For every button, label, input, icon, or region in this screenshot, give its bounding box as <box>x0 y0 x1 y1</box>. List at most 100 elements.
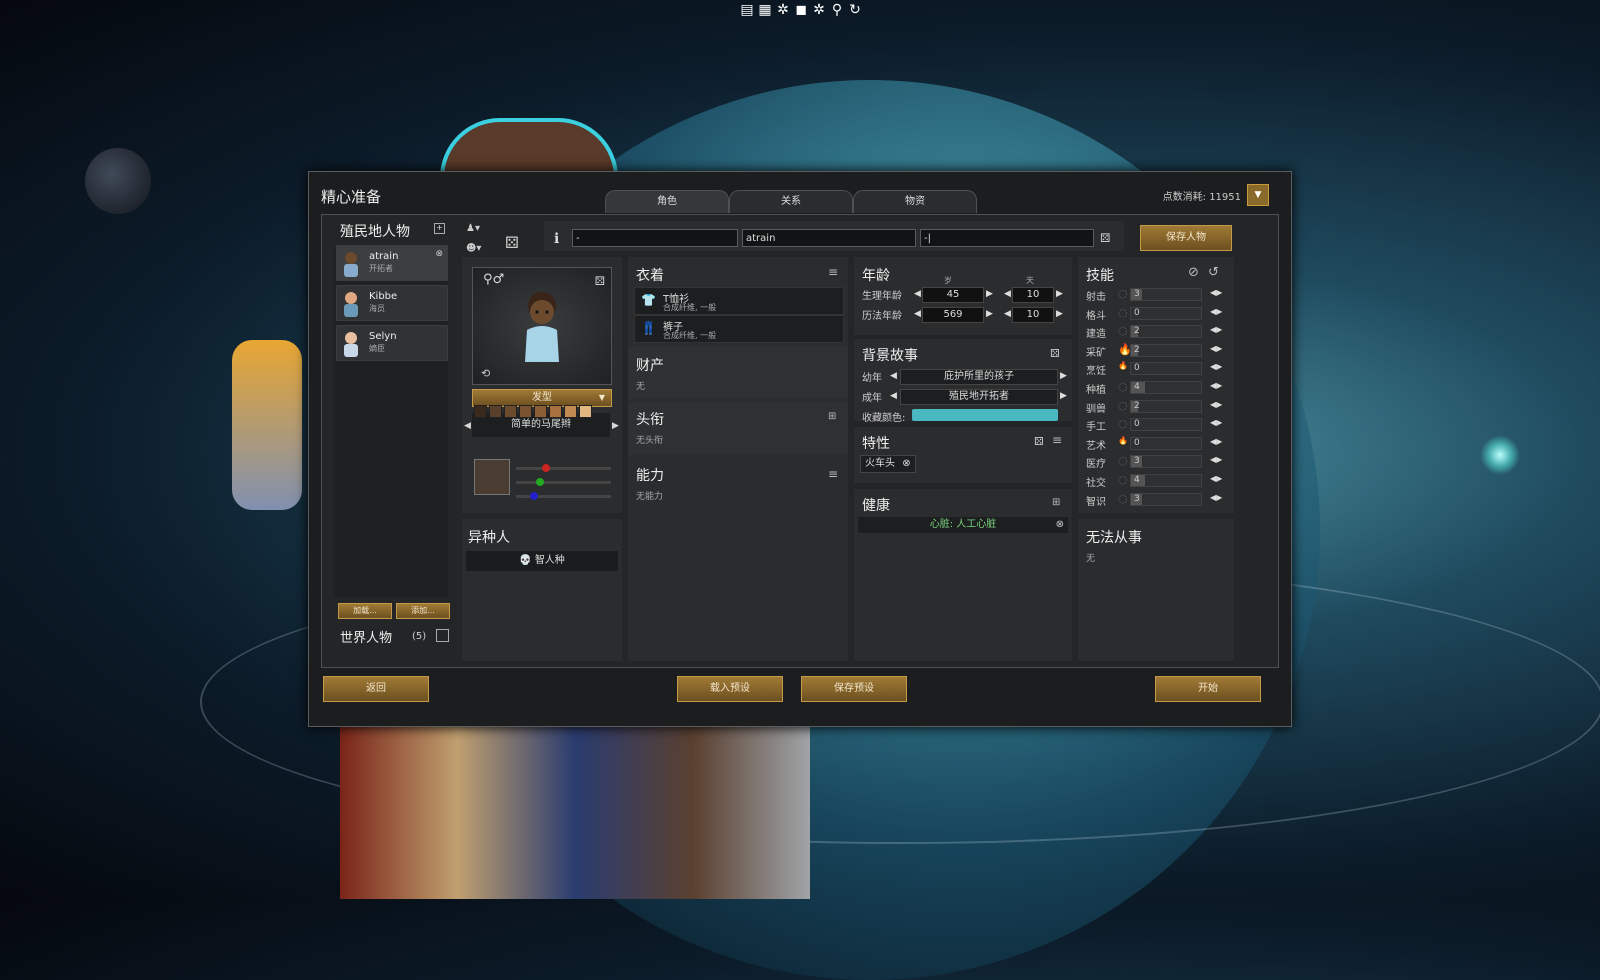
cube-icon[interactable]: ◼ <box>794 2 808 18</box>
skill-arrows-icon[interactable]: ◀▶ <box>1210 493 1222 502</box>
passion-icon[interactable]: ◌ <box>1118 324 1128 337</box>
passion-icon[interactable]: ◌ <box>1118 380 1128 393</box>
skill-arrows-icon[interactable]: ◀▶ <box>1210 418 1222 427</box>
randomize-traits-icon[interactable]: ⚄ <box>1034 435 1044 448</box>
skin-color-swatch[interactable] <box>579 405 592 418</box>
add-colonist-icon[interactable]: + <box>434 223 445 234</box>
tab-relations[interactable]: 关系 <box>729 190 853 213</box>
randomize-icon[interactable]: ⚄ <box>505 233 519 252</box>
grid-icon[interactable]: ▦ <box>758 2 772 18</box>
skill-bar[interactable]: 0 <box>1130 436 1202 450</box>
skill-arrows-icon[interactable]: ◀▶ <box>1210 325 1222 334</box>
chrono-years-inc-icon[interactable]: ▶ <box>986 309 993 319</box>
add-health-icon[interactable]: ⊞ <box>1052 497 1060 508</box>
hair-prev-icon[interactable]: ◀ <box>464 421 471 431</box>
adulthood-next-icon[interactable]: ▶ <box>1060 391 1067 401</box>
points-dropdown-button[interactable]: ▼ <box>1247 184 1269 206</box>
green-slider[interactable] <box>516 478 611 486</box>
traits-menu-icon[interactable]: ≡ <box>1052 433 1062 447</box>
gender-icon[interactable]: ♟▾ <box>466 223 480 234</box>
trait-chip[interactable]: 火车头 ⊗ <box>860 455 916 473</box>
skill-arrows-icon[interactable]: ◀▶ <box>1210 288 1222 297</box>
refresh-icon[interactable]: ↻ <box>848 2 862 18</box>
blue-slider[interactable] <box>516 492 611 500</box>
passion-icon[interactable]: 🔥 <box>1118 361 1128 370</box>
chrono-days-inc-icon[interactable]: ▶ <box>1056 309 1063 319</box>
add-title-icon[interactable]: ⊞ <box>828 411 836 422</box>
remove-pawn-icon[interactable]: ⊗ <box>435 249 443 259</box>
bio-days-dec-icon[interactable]: ◀ <box>1004 289 1011 299</box>
tab-items[interactable]: 物资 <box>853 190 977 213</box>
chrono-years-dec-icon[interactable]: ◀ <box>914 309 921 319</box>
skin-color-swatch[interactable] <box>504 405 517 418</box>
color-preview[interactable] <box>474 459 510 495</box>
apparel-item[interactable]: 👖 裤子 合成纤维, 一般 <box>634 315 844 343</box>
passion-icon[interactable]: ◌ <box>1118 454 1128 467</box>
last-name-input[interactable]: -| <box>920 229 1094 247</box>
pawn-card[interactable]: Kibbe 海员 <box>336 285 448 321</box>
skill-arrows-icon[interactable]: ◀▶ <box>1210 474 1222 483</box>
remove-health-icon[interactable]: ⊗ <box>1056 517 1064 533</box>
skill-bar[interactable]: 3 <box>1130 455 1202 469</box>
save-character-button[interactable]: 保存人物 <box>1140 225 1232 251</box>
randomize-backstory-icon[interactable]: ⚄ <box>1050 347 1060 360</box>
skin-color-swatch[interactable] <box>534 405 547 418</box>
passion-icon[interactable]: ◌ <box>1118 492 1128 505</box>
skill-arrows-icon[interactable]: ◀▶ <box>1210 344 1222 353</box>
skin-color-swatch[interactable] <box>489 405 502 418</box>
skin-color-swatch[interactable] <box>519 405 532 418</box>
passion-icon[interactable]: 🔥 <box>1118 436 1128 445</box>
randomize-look-icon[interactable]: ⚄ <box>595 274 605 288</box>
apparel-item[interactable]: 👕 T恤衫 合成纤维, 一般 <box>634 287 844 315</box>
skill-bar[interactable]: 0 <box>1130 306 1202 320</box>
skill-arrows-icon[interactable]: ◀▶ <box>1210 455 1222 464</box>
bio-years-inc-icon[interactable]: ▶ <box>986 289 993 299</box>
skill-arrows-icon[interactable]: ◀▶ <box>1210 437 1222 446</box>
xenotype-selector[interactable]: 💀 智人种 <box>466 551 618 571</box>
passion-icon[interactable]: ◌ <box>1118 399 1128 412</box>
skin-color-swatch[interactable] <box>564 405 577 418</box>
tab-character[interactable]: 角色 <box>605 190 729 213</box>
skin-color-swatch[interactable] <box>474 405 487 418</box>
skill-bar[interactable]: 3 <box>1130 288 1202 301</box>
passion-icon[interactable]: ◌ <box>1118 473 1128 486</box>
adulthood-value[interactable]: 殖民地开拓者 <box>900 389 1058 405</box>
childhood-value[interactable]: 庇护所里的孩子 <box>900 369 1058 385</box>
skill-bar[interactable]: 0 <box>1130 418 1202 432</box>
passion-icon[interactable]: ◌ <box>1118 417 1128 430</box>
bio-years-dec-icon[interactable]: ◀ <box>914 289 921 299</box>
remove-trait-icon[interactable]: ⊗ <box>902 458 910 469</box>
hair-next-icon[interactable]: ▶ <box>612 421 619 431</box>
bio-years-input[interactable]: 45 <box>922 287 984 303</box>
skill-arrows-icon[interactable]: ◀▶ <box>1210 400 1222 409</box>
skill-bar[interactable]: 2 <box>1130 399 1202 413</box>
start-button[interactable]: 开始 <box>1155 676 1261 702</box>
info-icon[interactable]: ℹ <box>554 231 559 247</box>
chrono-days-dec-icon[interactable]: ◀ <box>1004 309 1011 319</box>
skill-bar[interactable]: 3 <box>1130 492 1202 506</box>
randomize-name-icon[interactable]: ⚄ <box>1100 231 1110 245</box>
save-preset-button[interactable]: 保存预设 <box>801 676 907 702</box>
bio-days-input[interactable]: 10 <box>1012 287 1054 303</box>
apparel-menu-icon[interactable]: ≡ <box>828 265 838 279</box>
skill-arrows-icon[interactable]: ◀▶ <box>1210 307 1222 316</box>
skill-bar[interactable]: 4 <box>1130 381 1202 394</box>
bio-days-inc-icon[interactable]: ▶ <box>1056 289 1063 299</box>
pawn-card[interactable]: atrain 开拓者 ⊗ <box>336 245 448 281</box>
health-item[interactable]: 心脏: 人工心脏 ⊗ <box>858 517 1068 533</box>
childhood-prev-icon[interactable]: ◀ <box>890 371 897 381</box>
world-pawns-icon[interactable] <box>436 629 449 642</box>
clear-skills-icon[interactable]: ⊘ <box>1188 265 1199 280</box>
chrono-days-input[interactable]: 10 <box>1012 307 1054 323</box>
skin-color-swatch[interactable] <box>549 405 562 418</box>
skill-arrows-icon[interactable]: ◀▶ <box>1210 381 1222 390</box>
rotate-icon[interactable]: ⟲ <box>481 367 490 380</box>
passion-icon[interactable]: ◌ <box>1118 306 1128 319</box>
search-icon[interactable]: ⚲ <box>830 2 844 18</box>
skill-bar[interactable]: 2 <box>1130 325 1202 339</box>
load-pawn-button[interactable]: 加载... <box>338 603 392 619</box>
load-preset-button[interactable]: 载入预设 <box>677 676 783 702</box>
back-button[interactable]: 返回 <box>323 676 429 702</box>
passion-icon[interactable]: ◌ <box>1118 287 1128 300</box>
gender-symbols-icon[interactable]: ⚲♂ <box>483 272 504 287</box>
